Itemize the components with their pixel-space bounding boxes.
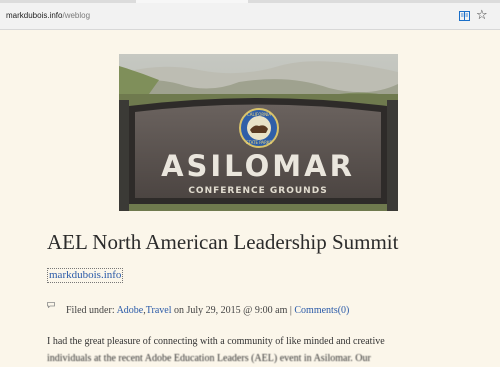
body-line-2: individuals at the recent Adobe Educatio… (47, 353, 371, 364)
url-field[interactable]: markdubois.info/weblog (6, 11, 90, 20)
category-link-travel[interactable]: Travel (146, 305, 172, 316)
category-link-adobe[interactable]: Adobe (117, 305, 144, 316)
badge-bottom-text: STATE PARKS (246, 140, 273, 145)
filed-under-label: Filed under: (66, 305, 115, 316)
post-body: I had the great pleasure of connecting w… (47, 333, 487, 367)
post-date: on July 29, 2015 @ 9:00 am | (173, 305, 292, 316)
reading-view-icon[interactable] (459, 11, 470, 21)
sign-title: ASILOMAR (161, 149, 355, 183)
site-link[interactable]: markdubois.info (47, 268, 124, 283)
badge-top-text: CALIFORNIA (247, 112, 271, 117)
comment-icon (47, 302, 55, 308)
sign-subtitle: CONFERENCE GROUNDS (188, 186, 327, 196)
favorite-star-icon[interactable]: ☆ (476, 9, 490, 23)
address-bar[interactable]: markdubois.info/weblog ☆ (0, 3, 500, 30)
url-path: /weblog (62, 11, 91, 20)
hero-image: CALIFORNIA STATE PARKS ASILOMAR CONFEREN… (119, 54, 398, 211)
post-meta: Filed under: Adobe,Travel on July 29, 20… (66, 305, 349, 316)
comments-link[interactable]: Comments(0) (294, 305, 349, 316)
body-line-1: I had the great pleasure of connecting w… (47, 336, 385, 347)
post-title[interactable]: AEL North American Leadership Summit (47, 230, 398, 255)
url-host: markdubois.info (6, 11, 63, 20)
